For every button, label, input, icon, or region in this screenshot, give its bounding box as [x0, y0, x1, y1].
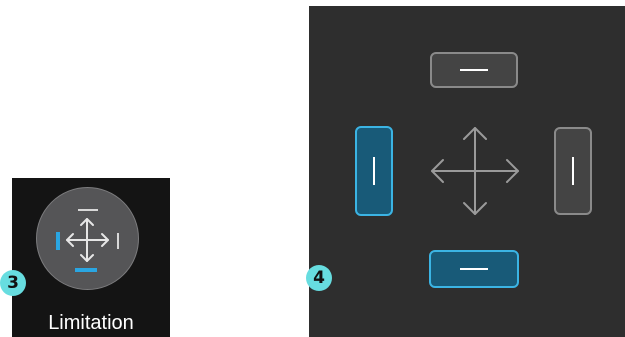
limit-left-button[interactable]	[355, 126, 393, 216]
horizontal-bar-icon	[460, 268, 488, 270]
step-badge-3: 3	[0, 270, 26, 296]
horizontal-bar-icon	[460, 69, 488, 71]
screenshot: Limitation 3 4	[0, 0, 625, 337]
vertical-bar-icon	[373, 157, 375, 185]
step-badge-4: 4	[306, 265, 332, 291]
limit-bottom-button[interactable]	[429, 250, 519, 288]
move-arrows-icon	[431, 127, 519, 215]
limit-top-button[interactable]	[430, 52, 518, 88]
tool-label: Limitation	[48, 312, 134, 334]
limitation-tool-button[interactable]: Limitation	[12, 178, 170, 337]
limit-right-button[interactable]	[554, 127, 592, 215]
move-limit-icon	[36, 187, 139, 290]
limit-direction-panel	[309, 6, 625, 337]
vertical-bar-icon	[572, 157, 574, 185]
